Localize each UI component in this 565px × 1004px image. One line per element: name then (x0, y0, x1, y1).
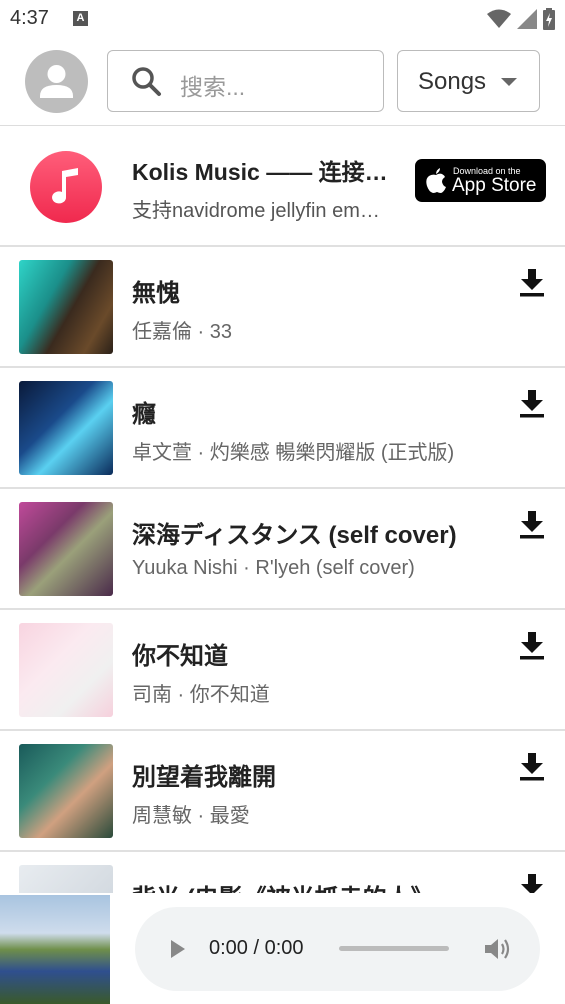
song-title: 背光 (电影《被光抓走的人》 (132, 878, 492, 893)
type-filter-select[interactable]: Songs (397, 50, 540, 112)
status-time: 4:37 (10, 7, 49, 29)
search-icon (132, 67, 161, 96)
wifi-icon (487, 9, 511, 28)
music-app-logo-icon (30, 151, 102, 223)
user-icon (40, 65, 73, 98)
download-icon[interactable] (520, 269, 544, 297)
search-placeholder: 搜索... (180, 74, 246, 100)
download-icon[interactable] (520, 632, 544, 660)
promo-title: Kolis Music ―― 连接navidrome jellyfin emby (132, 159, 390, 185)
album-cover (19, 381, 113, 475)
search-input[interactable]: 搜索... (107, 50, 384, 112)
song-row[interactable]: 背光 (电影《被光抓走的人》 (0, 852, 565, 893)
playback-time: 0:00 / 0:00 (209, 937, 304, 959)
song-title: 你不知道 (132, 643, 228, 670)
volume-icon[interactable] (485, 937, 511, 961)
avatar[interactable] (25, 50, 88, 113)
song-title: 深海ディスタンス (self cover) (132, 522, 457, 549)
app-promo-banner[interactable]: Kolis Music ―― 连接navidrome jellyfin emby… (0, 126, 565, 247)
song-meta: 司南 · 你不知道 (132, 684, 270, 706)
now-playing-artwork[interactable] (0, 895, 110, 1004)
apple-icon (426, 168, 446, 193)
badge-large-text: App Store (452, 175, 537, 196)
song-row[interactable]: 無愧 任嘉倫 · 33 (0, 247, 565, 368)
song-title: 別望着我離開 (132, 764, 276, 791)
album-cover (19, 260, 113, 354)
status-bar: 4:37 A (0, 0, 565, 38)
top-bar: 搜索... Songs (0, 38, 565, 126)
download-icon[interactable] (520, 753, 544, 781)
song-meta: Yuuka Nishi · R'lyeh (self cover) (132, 557, 415, 579)
chevron-down-icon (501, 78, 517, 86)
battery-icon (543, 8, 555, 30)
audio-player: 0:00 / 0:00 (135, 907, 540, 991)
status-icons (487, 8, 555, 30)
song-row[interactable]: 你不知道 司南 · 你不知道 (0, 610, 565, 731)
play-icon[interactable] (171, 940, 185, 958)
app-store-badge[interactable]: Download on the App Store (415, 159, 546, 202)
download-icon[interactable] (520, 874, 544, 893)
song-title: 無愧 (132, 280, 180, 307)
download-icon[interactable] (520, 511, 544, 539)
song-row[interactable]: 別望着我離開 周慧敏 · 最愛 (0, 731, 565, 852)
song-row[interactable]: 深海ディスタンス (self cover) Yuuka Nishi · R'ly… (0, 489, 565, 610)
song-meta: 任嘉倫 · 33 (132, 321, 233, 343)
notification-a-icon: A (73, 11, 88, 26)
album-cover (19, 623, 113, 717)
signal-icon (517, 9, 537, 29)
album-cover (19, 502, 113, 596)
album-cover (19, 865, 113, 893)
song-title: 癮 (132, 401, 156, 428)
type-filter-value: Songs (418, 68, 487, 95)
song-list: 無愧 任嘉倫 · 33 癮 卓文萱 · 灼樂感 暢樂閃耀版 (正式版) 深海ディ… (0, 247, 565, 893)
song-meta: 卓文萱 · 灼樂感 暢樂閃耀版 (正式版) (132, 442, 455, 464)
song-row[interactable]: 癮 卓文萱 · 灼樂感 暢樂閃耀版 (正式版) (0, 368, 565, 489)
download-icon[interactable] (520, 390, 544, 418)
now-playing-bar: 0:00 / 0:00 (0, 893, 565, 1004)
album-cover (19, 744, 113, 838)
seek-slider[interactable] (339, 946, 449, 951)
song-meta: 周慧敏 · 最愛 (132, 805, 250, 827)
promo-subtitle: 支持navidrome jellyfin emby 等多种音乐服务 (132, 200, 390, 222)
